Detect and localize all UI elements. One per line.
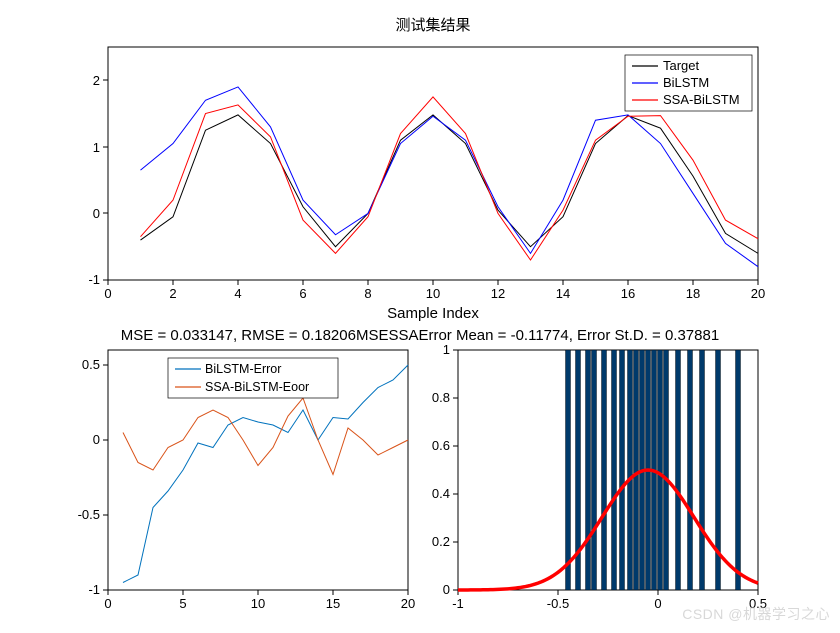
- svg-text:4: 4: [234, 286, 241, 301]
- svg-text:0: 0: [443, 582, 450, 597]
- svg-text:16: 16: [621, 286, 635, 301]
- svg-text:5: 5: [179, 596, 186, 611]
- svg-text:0.2: 0.2: [432, 534, 450, 549]
- stats-title: MSE = 0.033147, RMSE = 0.18206MSESSAErro…: [121, 327, 719, 344]
- svg-text:0: 0: [104, 596, 111, 611]
- svg-text:1: 1: [443, 342, 450, 357]
- svg-text:0: 0: [93, 206, 100, 221]
- svg-text:0: 0: [104, 286, 111, 301]
- svg-text:8: 8: [364, 286, 371, 301]
- svg-text:-0.5: -0.5: [547, 596, 569, 611]
- top-xlabel: Sample Index: [387, 305, 479, 322]
- svg-text:1: 1: [93, 140, 100, 155]
- svg-text:0.5: 0.5: [82, 357, 100, 372]
- svg-text:14: 14: [556, 286, 570, 301]
- legend-label: BiLSTM: [663, 75, 709, 90]
- svg-text:2: 2: [169, 286, 176, 301]
- bottom-right-chart: 0 0.2 0.4 0.6 0.8 1 -1 -0.5 0 0.5: [432, 342, 767, 611]
- legend-label: SSA-BiLSTM: [663, 92, 740, 107]
- svg-text:20: 20: [401, 596, 415, 611]
- top-chart: 测试集结果 -1 0 1 2 0 2 4 6 8 10 12 14 16 18 …: [88, 17, 765, 322]
- svg-text:18: 18: [686, 286, 700, 301]
- svg-text:0.8: 0.8: [432, 390, 450, 405]
- svg-text:6: 6: [299, 286, 306, 301]
- svg-text:10: 10: [251, 596, 265, 611]
- bottom-left-legend: BiLSTM-Error SSA-BiLSTM-Eoor: [168, 358, 338, 398]
- svg-text:2: 2: [93, 73, 100, 88]
- bottom-left-chart: -1 -0.5 0 0.5 0 5 10 15 20 BiLSTM-Error …: [78, 350, 416, 611]
- svg-text:0: 0: [654, 596, 661, 611]
- svg-text:12: 12: [491, 286, 505, 301]
- legend-label: SSA-BiLSTM-Eoor: [205, 380, 309, 394]
- svg-text:0.5: 0.5: [749, 596, 767, 611]
- svg-text:10: 10: [426, 286, 440, 301]
- figure-canvas: 测试集结果 -1 0 1 2 0 2 4 6 8 10 12 14 16 18 …: [0, 0, 840, 630]
- svg-text:-0.5: -0.5: [78, 507, 100, 522]
- svg-text:-1: -1: [452, 596, 464, 611]
- svg-text:0.4: 0.4: [432, 486, 450, 501]
- svg-text:0: 0: [93, 432, 100, 447]
- legend-label: Target: [663, 58, 700, 73]
- top-legend: Target BiLSTM SSA-BiLSTM: [625, 55, 752, 111]
- svg-text:15: 15: [326, 596, 340, 611]
- svg-text:0.6: 0.6: [432, 438, 450, 453]
- svg-text:-1: -1: [88, 272, 100, 287]
- svg-text:20: 20: [751, 286, 765, 301]
- svg-text:-1: -1: [88, 582, 100, 597]
- top-chart-title: 测试集结果: [395, 17, 470, 34]
- legend-label: BiLSTM-Error: [205, 362, 281, 376]
